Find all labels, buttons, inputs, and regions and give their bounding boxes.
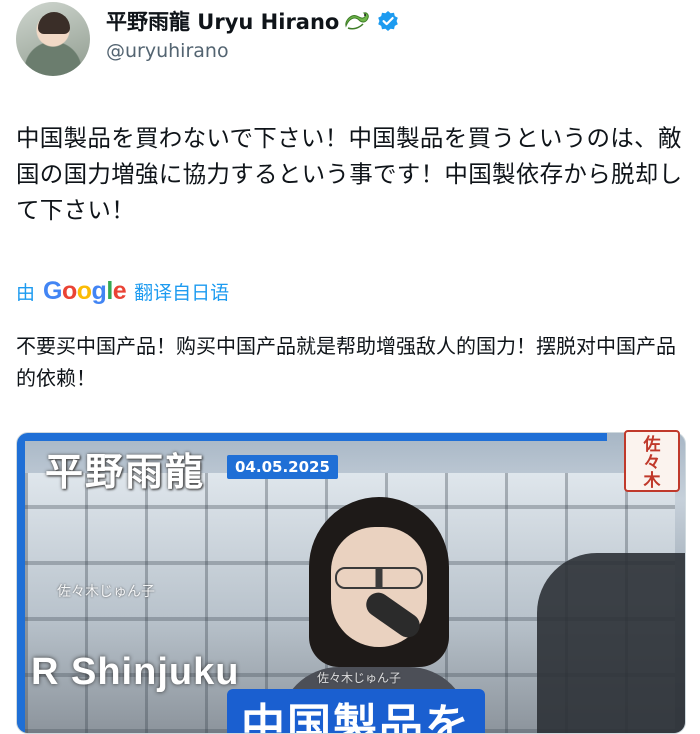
video-overlay-name: 平野雨龍 bbox=[45, 450, 206, 494]
avatar[interactable] bbox=[16, 2, 90, 76]
verified-badge-icon bbox=[377, 10, 399, 32]
tweet-media-video[interactable]: 平野雨龍 04.05.2025 佐々木じゅん子 R Shinjuku 佐々木じゅ… bbox=[16, 432, 686, 734]
tweet-header: 平野雨龍 Uryu Hirano @uryuhirano bbox=[0, 0, 700, 90]
translated-text: 不要买中国产品！购买中国产品就是帮助增强敌人的国力！摆脱对中国产品的依赖！ bbox=[16, 334, 676, 390]
google-logo: Google bbox=[43, 276, 127, 305]
frame-border-left bbox=[17, 433, 25, 733]
translation-suffix: 翻译自日语 bbox=[134, 281, 230, 304]
translation-attribution[interactable]: 由 Google 翻译自日语 bbox=[16, 276, 229, 306]
translation-prefix: 由 bbox=[16, 281, 36, 304]
video-date-badge: 04.05.2025 bbox=[227, 455, 338, 479]
dragon-icon bbox=[343, 8, 373, 34]
tweet-text: 中国製品を買わないで下さい！中国製品を買うというのは、敵国の国力増強に協力すると… bbox=[16, 124, 683, 224]
video-watermark-small: 佐々木じゅん子 bbox=[317, 671, 402, 685]
display-name[interactable]: 平野雨龍 Uryu Hirano bbox=[106, 6, 339, 36]
video-watermark: 佐々木じゅん子 bbox=[57, 584, 155, 600]
vehicle-shape bbox=[537, 553, 685, 733]
frame-border-top bbox=[17, 433, 607, 441]
name-row: 平野雨龍 Uryu Hirano bbox=[106, 6, 399, 36]
handle[interactable]: @uryuhirano bbox=[106, 40, 229, 62]
author-seal-stamp: 佐々木 bbox=[624, 430, 680, 492]
video-caption: 中国製品を bbox=[227, 689, 485, 733]
station-sign: R Shinjuku bbox=[31, 651, 240, 693]
